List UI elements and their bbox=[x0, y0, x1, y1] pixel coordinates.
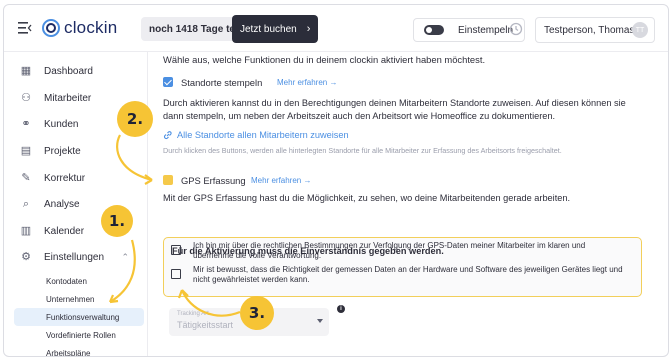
sidebar-item-label: Dashboard bbox=[44, 65, 93, 77]
sidebar-item-korrektur[interactable]: ✎ Korrektur bbox=[4, 165, 147, 191]
logo-text: clockin bbox=[64, 18, 118, 37]
avatar: TT bbox=[632, 22, 648, 38]
calendar-icon: ▥ bbox=[20, 225, 32, 237]
clock-in-label: Einstempeln bbox=[458, 24, 514, 36]
history-icon[interactable] bbox=[509, 22, 523, 36]
book-now-label: Jetzt buchen bbox=[240, 23, 297, 35]
sidebar-subitem-vordefinierte-rollen[interactable]: Vordefinierte Rollen bbox=[14, 326, 144, 344]
step-3-badge: 3. bbox=[240, 296, 274, 330]
user-name: Testperson, Thomas bbox=[544, 24, 635, 36]
sidebar-item-label: Korrektur bbox=[44, 172, 86, 184]
sidebar-subitem-funktionsverwaltung[interactable]: Funktionsverwaltung bbox=[14, 308, 144, 326]
sidebar-subitem-unternehmen[interactable]: Unternehmen bbox=[14, 290, 144, 308]
sidebar-item-label: Kunden bbox=[44, 118, 79, 130]
sidebar-subitem-kontodaten[interactable]: Kontodaten bbox=[14, 272, 144, 290]
chevron-up-icon: ⌃ bbox=[121, 251, 129, 262]
consent-accuracy-text: Mir ist bewusst, dass die Richtigkeit de… bbox=[193, 265, 623, 284]
sidebar-item-label: Einstellungen bbox=[44, 251, 105, 263]
link-icon bbox=[163, 131, 172, 140]
sidebar-item-projekte[interactable]: ▤ Projekte bbox=[4, 138, 147, 164]
consent-item-legal[interactable]: Ich bin mir über die rechtlichen Bestimm… bbox=[171, 241, 641, 261]
edit-icon: ✎ bbox=[21, 172, 31, 184]
top-bar: clockin noch 1418 Tage testen Jetzt buch… bbox=[4, 5, 668, 52]
search-icon: ⌕ bbox=[22, 198, 30, 210]
sidebar-item-einstellungen[interactable]: ⚙ Einstellungen ⌃ bbox=[4, 244, 147, 270]
assign-all-locations-link[interactable]: Alle Standorte allen Mitarbeitern zuweis… bbox=[177, 130, 349, 140]
sidebar-item-label: Analyse bbox=[44, 198, 80, 210]
step-1-badge: 1. bbox=[101, 205, 133, 237]
logo-icon bbox=[42, 19, 60, 37]
toggle-switch[interactable] bbox=[424, 25, 444, 35]
gear-icon: ⚙ bbox=[21, 251, 31, 263]
people-icon: ⚇ bbox=[21, 92, 31, 104]
tracking-type-value: Tätigkeitsstart bbox=[177, 320, 234, 330]
consent-legal-text: Ich bin mir über die rechtlichen Bestimm… bbox=[193, 241, 586, 260]
standorte-description-line-1: Durch aktivieren kannst du in den Berech… bbox=[163, 98, 626, 108]
consent-legal-checkbox[interactable] bbox=[171, 245, 181, 255]
sidebar: ▦ Dashboard ⚇ Mitarbeiter ⚭ Kunden ▤ Pro… bbox=[4, 52, 148, 356]
tracking-type-label: Tracking Art bbox=[177, 311, 209, 317]
clockin-logo[interactable]: clockin bbox=[42, 16, 117, 40]
gps-checkbox[interactable] bbox=[163, 175, 173, 185]
chevron-down-icon bbox=[317, 319, 323, 323]
collapse-menu-icon[interactable] bbox=[18, 22, 32, 34]
handshake-icon: ⚭ bbox=[21, 118, 31, 130]
sidebar-item-dashboard[interactable]: ▦ Dashboard bbox=[4, 58, 147, 84]
standorte-learn-more-link[interactable]: Mehr erfahren → bbox=[277, 78, 337, 87]
sidebar-item-label: Projekte bbox=[44, 145, 81, 157]
standorte-description-line-2: dann stempeln, um neben der Arbeitszeit … bbox=[163, 111, 556, 121]
gps-learn-more-link[interactable]: Mehr erfahren → bbox=[251, 176, 311, 185]
info-icon[interactable]: i bbox=[337, 305, 345, 313]
dashboard-icon: ▦ bbox=[20, 65, 32, 77]
chevron-right-icon: › bbox=[306, 23, 311, 35]
sidebar-item-label: Mitarbeiter bbox=[44, 92, 92, 104]
sidebar-subitem-arbeitsplaene[interactable]: Arbeitspläne bbox=[14, 344, 144, 357]
intro-text: Wähle aus, welche Funktionen du in deine… bbox=[163, 54, 486, 65]
gps-description: Mit der GPS Erfassung hast du die Möglic… bbox=[163, 193, 571, 203]
user-menu-button[interactable]: Testperson, Thomas TT bbox=[535, 17, 655, 43]
consent-item-accuracy[interactable]: Mir ist bewusst, dass die Richtigkeit de… bbox=[171, 265, 641, 285]
step-2-badge: 2. bbox=[117, 101, 153, 137]
standorte-label: Standorte stempeln bbox=[181, 77, 263, 88]
clipboard-icon: ▤ bbox=[20, 145, 32, 157]
sidebar-item-label: Kalender bbox=[44, 225, 85, 237]
standorte-checkbox[interactable] bbox=[163, 77, 173, 87]
book-now-button[interactable]: Jetzt buchen › bbox=[232, 15, 319, 43]
consent-accuracy-checkbox[interactable] bbox=[171, 269, 181, 279]
assign-hint: Durch klicken des Buttons, werden alle h… bbox=[163, 146, 562, 155]
gps-label: GPS Erfassung bbox=[181, 175, 246, 186]
